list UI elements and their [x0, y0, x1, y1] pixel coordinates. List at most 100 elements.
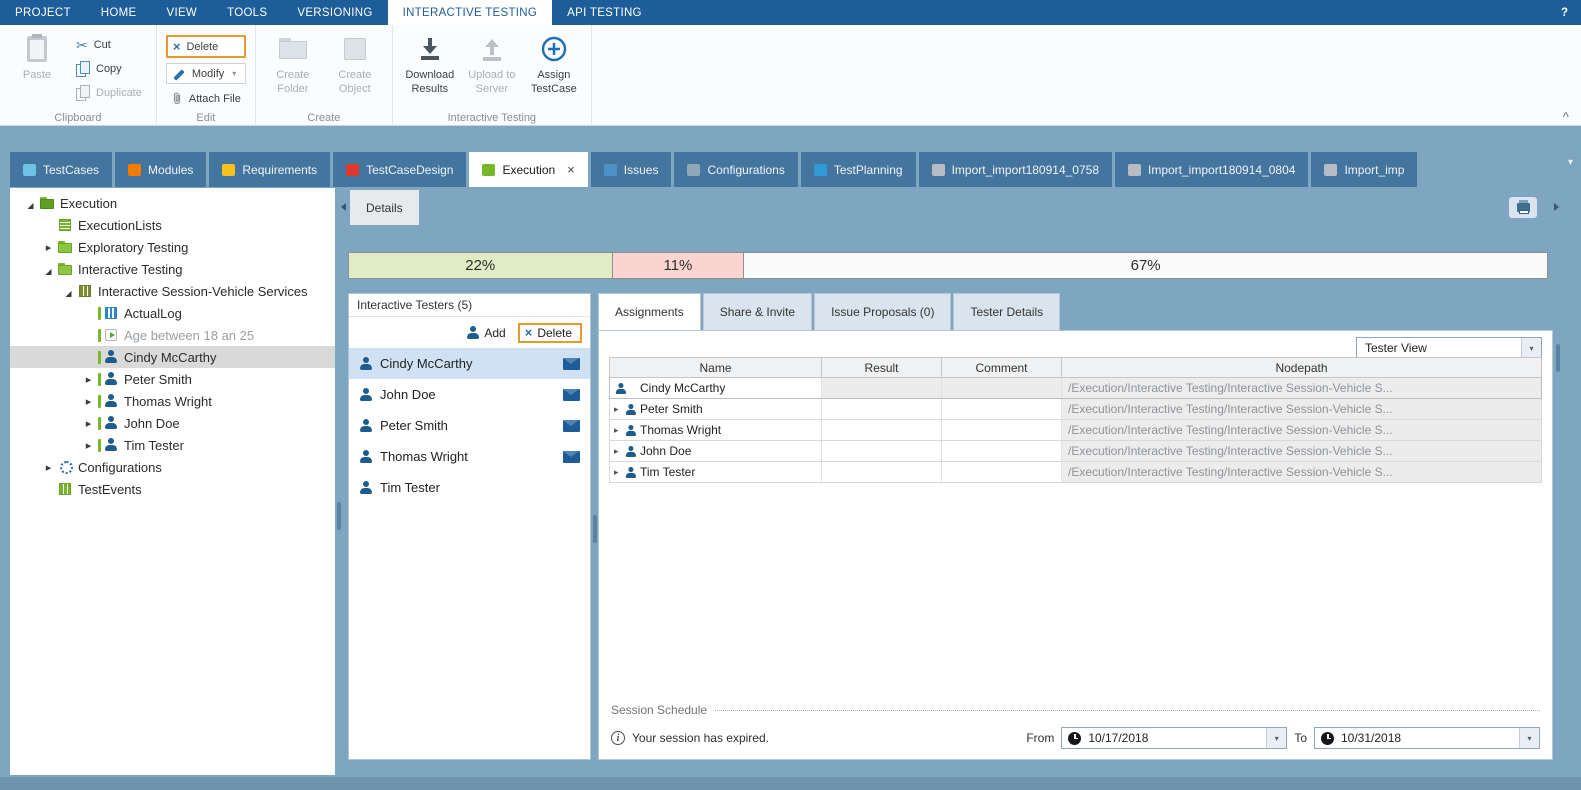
- table-row[interactable]: ▸ Thomas Wright /Execution/Interactive T…: [609, 420, 1542, 441]
- splitter-handle[interactable]: [593, 515, 597, 543]
- row-expand-arrow-icon[interactable]: ▸: [614, 405, 622, 414]
- column-header-result[interactable]: Result: [822, 358, 942, 377]
- expand-arrow-icon[interactable]: [42, 240, 55, 254]
- expand-arrow-icon[interactable]: [82, 394, 95, 408]
- upload-to-server-button[interactable]: Upload to Server: [464, 30, 520, 108]
- assignments-tab[interactable]: Tester Details: [953, 293, 1060, 330]
- expand-arrow-icon[interactable]: [62, 285, 75, 298]
- download-results-label: Download Results: [402, 69, 458, 97]
- column-header-nodepath[interactable]: Nodepath: [1062, 358, 1541, 377]
- tester-view-select[interactable]: Tester View ▾: [1356, 337, 1542, 359]
- duplicate-button[interactable]: Duplicate: [71, 83, 147, 102]
- attach-file-button[interactable]: Attach File: [166, 89, 246, 108]
- tree-item[interactable]: Execution: [10, 192, 335, 214]
- tree-item[interactable]: Interactive Session-Vehicle Services: [10, 280, 335, 302]
- menubar-item[interactable]: API TESTING: [552, 0, 657, 25]
- close-icon[interactable]: ×: [567, 163, 575, 176]
- menubar-item[interactable]: HOME: [86, 0, 152, 25]
- assignments-tab[interactable]: Issue Proposals (0): [814, 293, 951, 330]
- assign-testcase-button[interactable]: Assign TestCase: [526, 30, 582, 108]
- document-tab[interactable]: TestPlanning ×: [801, 152, 916, 187]
- chevron-down-icon[interactable]: ▾: [1521, 338, 1541, 358]
- column-header-comment[interactable]: Comment: [942, 358, 1062, 377]
- expand-arrow-icon[interactable]: [82, 416, 95, 430]
- menubar-item[interactable]: INTERACTIVE TESTING: [388, 0, 553, 25]
- help-button[interactable]: ?: [1548, 0, 1581, 25]
- document-tab[interactable]: Configurations ×: [674, 152, 797, 187]
- tree-item[interactable]: Configurations: [10, 456, 335, 478]
- menubar-item[interactable]: PROJECT: [0, 0, 86, 25]
- document-tab[interactable]: TestCases ×: [10, 152, 112, 187]
- tab-overflow-icon[interactable]: ▾: [1568, 157, 1573, 168]
- row-expand-arrow-icon[interactable]: ▸: [614, 426, 622, 435]
- menubar-item[interactable]: VERSIONING: [282, 0, 387, 25]
- tree-item[interactable]: John Doe: [10, 412, 335, 434]
- chevron-down-icon[interactable]: ▾: [1266, 728, 1286, 748]
- mail-icon[interactable]: [563, 451, 580, 463]
- create-object-button[interactable]: Create Object: [327, 30, 383, 108]
- chevron-down-icon[interactable]: ▾: [1519, 728, 1539, 748]
- tree-item[interactable]: Cindy McCarthy: [10, 346, 335, 368]
- document-tab[interactable]: Import_imp ×: [1311, 152, 1417, 187]
- paste-button[interactable]: Paste: [9, 30, 65, 108]
- tree-item[interactable]: Age between 18 an 25: [10, 324, 335, 346]
- download-results-button[interactable]: Download Results: [402, 30, 458, 108]
- document-tab[interactable]: TestCaseDesign ×: [333, 152, 466, 187]
- tester-list-item[interactable]: John Doe: [349, 379, 590, 410]
- scrollbar-thumb[interactable]: [1556, 344, 1560, 372]
- tree-item[interactable]: ActualLog: [10, 302, 335, 324]
- document-tab[interactable]: Execution ×: [469, 152, 587, 187]
- scroll-left-icon[interactable]: [341, 203, 346, 211]
- document-tab[interactable]: Import_import180914_0804 ×: [1115, 152, 1308, 187]
- tree-item[interactable]: Interactive Testing: [10, 258, 335, 280]
- ribbon-collapse-button[interactable]: ^: [1563, 111, 1569, 123]
- cut-button[interactable]: ✂ Cut: [71, 35, 147, 54]
- tree-item[interactable]: Exploratory Testing: [10, 236, 335, 258]
- document-tab[interactable]: Requirements ×: [209, 152, 330, 187]
- tester-list-item[interactable]: Thomas Wright: [349, 441, 590, 472]
- expand-arrow-icon[interactable]: [24, 197, 37, 210]
- table-row[interactable]: ▸ Tim Tester /Execution/Interactive Test…: [609, 462, 1542, 483]
- tree-item[interactable]: TestEvents: [10, 478, 335, 500]
- scroll-right-icon[interactable]: [1554, 203, 1559, 211]
- menubar-item[interactable]: VIEW: [151, 0, 212, 25]
- mail-icon[interactable]: [563, 420, 580, 432]
- delete-button[interactable]: × Delete: [166, 35, 246, 58]
- document-tab[interactable]: Issues ×: [591, 152, 672, 187]
- tester-list-item[interactable]: Cindy McCarthy: [349, 348, 590, 379]
- expand-arrow-icon[interactable]: [82, 438, 95, 452]
- expand-arrow-icon[interactable]: [82, 372, 95, 386]
- ribbon-group-clipboard: Paste ✂ Cut Copy Duplicate Clipboard: [0, 25, 157, 125]
- table-row[interactable]: ▸ John Doe /Execution/Interactive Testin…: [609, 441, 1542, 462]
- from-date-picker[interactable]: 10/17/2018 ▾: [1061, 727, 1287, 749]
- row-expand-arrow-icon[interactable]: ▸: [614, 468, 622, 477]
- tester-list-item[interactable]: Tim Tester: [349, 472, 590, 503]
- tab-details[interactable]: Details: [350, 190, 419, 225]
- row-expand-arrow-icon[interactable]: ▸: [614, 447, 622, 456]
- print-button[interactable]: [1509, 197, 1537, 218]
- document-tab[interactable]: Modules ×: [115, 152, 206, 187]
- column-header-name[interactable]: Name: [610, 358, 822, 377]
- delete-tester-button[interactable]: × Delete: [518, 323, 582, 343]
- copy-button[interactable]: Copy: [71, 59, 147, 78]
- expand-arrow-icon[interactable]: [42, 460, 55, 474]
- add-tester-button[interactable]: Add: [466, 326, 505, 340]
- tree-item[interactable]: Tim Tester: [10, 434, 335, 456]
- tester-list-item[interactable]: Peter Smith: [349, 410, 590, 441]
- assignments-tab[interactable]: Assignments: [598, 293, 701, 330]
- menubar-item[interactable]: TOOLS: [212, 0, 282, 25]
- mail-icon[interactable]: [563, 358, 580, 370]
- tree-item[interactable]: ExecutionLists: [10, 214, 335, 236]
- expand-arrow-icon[interactable]: [42, 263, 55, 276]
- table-row[interactable]: ▸ Peter Smith /Execution/Interactive Tes…: [609, 399, 1542, 420]
- tree-item[interactable]: Thomas Wright: [10, 390, 335, 412]
- mail-icon[interactable]: [563, 389, 580, 401]
- create-folder-button[interactable]: Create Folder: [265, 30, 321, 108]
- splitter-handle[interactable]: [337, 502, 341, 530]
- document-tab[interactable]: Import_import180914_0758 ×: [919, 152, 1112, 187]
- table-row[interactable]: ▸ Cindy McCarthy /Execution/Interactive …: [609, 378, 1542, 399]
- assignments-tab[interactable]: Share & Invite: [703, 293, 812, 330]
- tree-item[interactable]: Peter Smith: [10, 368, 335, 390]
- modify-button[interactable]: Modify ▾: [166, 63, 246, 84]
- to-date-picker[interactable]: 10/31/2018 ▾: [1314, 727, 1540, 749]
